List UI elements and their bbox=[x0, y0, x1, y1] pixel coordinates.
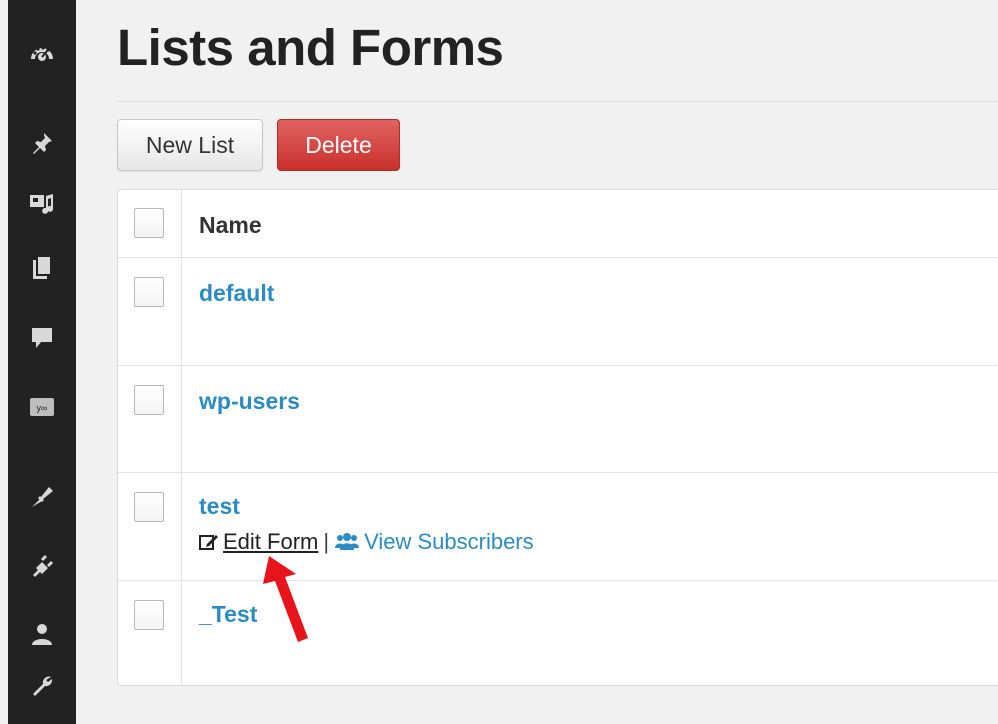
dashboard-icon[interactable] bbox=[8, 33, 76, 73]
plugins-icon[interactable] bbox=[8, 546, 76, 586]
row-checkbox[interactable] bbox=[134, 385, 164, 415]
edit-icon bbox=[199, 535, 218, 550]
select-all-checkbox[interactable] bbox=[134, 208, 164, 238]
row-divider bbox=[118, 257, 998, 258]
newsletter-icon[interactable]: y∞ bbox=[8, 387, 76, 427]
pin-icon[interactable] bbox=[8, 123, 76, 163]
appearance-icon[interactable] bbox=[8, 477, 76, 517]
row-divider bbox=[118, 472, 998, 473]
svg-text:y∞: y∞ bbox=[37, 403, 48, 413]
media-icon[interactable] bbox=[8, 184, 76, 224]
list-name-link[interactable]: default bbox=[199, 280, 274, 307]
row-checkbox[interactable] bbox=[134, 600, 164, 630]
row-divider bbox=[118, 580, 998, 581]
title-divider bbox=[117, 101, 998, 102]
view-subscribers-label: View Subscribers bbox=[364, 529, 534, 554]
lists-table: Name default wp-users test Edit Form | V… bbox=[117, 189, 998, 686]
users-icon[interactable] bbox=[8, 614, 76, 654]
list-name-link[interactable]: test bbox=[199, 493, 240, 520]
comments-icon[interactable] bbox=[8, 318, 76, 358]
column-divider bbox=[181, 190, 182, 685]
edit-form-link[interactable]: Edit Form bbox=[199, 529, 318, 555]
tools-icon[interactable] bbox=[8, 666, 76, 706]
new-list-button[interactable]: New List bbox=[117, 119, 263, 171]
row-actions: Edit Form | View Subscribers bbox=[199, 529, 534, 555]
row-checkbox[interactable] bbox=[134, 492, 164, 522]
action-separator: | bbox=[323, 529, 330, 554]
page: y∞ Lists and Forms New List Delete Name … bbox=[0, 0, 998, 724]
row-checkbox[interactable] bbox=[134, 277, 164, 307]
row-divider bbox=[118, 365, 998, 366]
delete-button[interactable]: Delete bbox=[277, 119, 400, 171]
annotation-arrow-icon bbox=[263, 556, 308, 642]
view-subscribers-link[interactable]: View Subscribers bbox=[334, 529, 534, 555]
admin-sidebar: y∞ bbox=[8, 0, 76, 724]
name-column-header[interactable]: Name bbox=[199, 212, 262, 239]
list-name-link[interactable]: _Test bbox=[199, 601, 257, 628]
group-icon bbox=[335, 533, 360, 550]
page-title: Lists and Forms bbox=[117, 19, 504, 76]
pages-icon[interactable] bbox=[8, 248, 76, 288]
list-name-link[interactable]: wp-users bbox=[199, 388, 300, 415]
edit-form-label: Edit Form bbox=[223, 529, 319, 554]
